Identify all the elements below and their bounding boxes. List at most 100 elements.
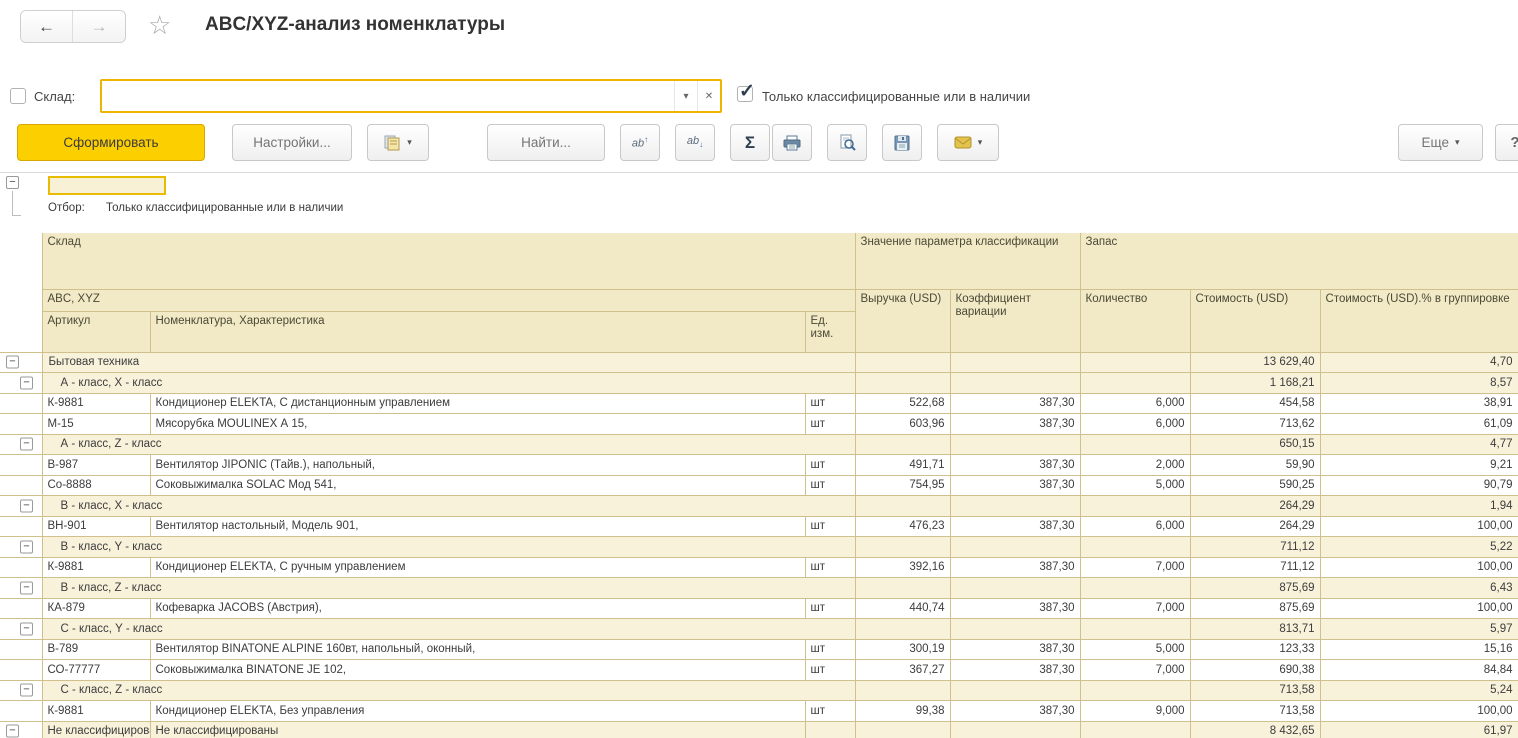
send-mail-button[interactable]: ▾ — [937, 124, 999, 161]
cell-cost[interactable]: 59,90 — [1190, 455, 1320, 476]
cell-unit[interactable]: шт — [805, 557, 855, 578]
sklad-checkbox[interactable] — [10, 88, 26, 104]
cell-revenue[interactable] — [855, 373, 950, 394]
cell-cost[interactable]: 650,15 — [1190, 434, 1320, 455]
group-label[interactable]: А - класс, X - класс — [42, 373, 855, 394]
sklad-clear-button[interactable]: ✕ — [697, 81, 720, 111]
cell-unit[interactable]: шт — [805, 414, 855, 435]
cell-pct[interactable]: 15,16 — [1320, 639, 1518, 660]
cell-unit[interactable]: шт — [805, 660, 855, 681]
collapse-icon[interactable] — [20, 622, 33, 635]
cell-unit[interactable] — [805, 721, 855, 738]
cell-coef[interactable]: 387,30 — [950, 701, 1080, 722]
collapse-icon[interactable] — [6, 725, 19, 738]
expand-groups-button[interactable]: ab↓ — [675, 124, 715, 161]
only-classified-checkbox[interactable]: ✓ — [737, 86, 753, 102]
cell-pct[interactable]: 38,91 — [1320, 393, 1518, 414]
cell-cost[interactable]: 264,29 — [1190, 496, 1320, 517]
cell-qty[interactable] — [1080, 352, 1190, 373]
selected-cell[interactable] — [48, 176, 166, 195]
cell-coef[interactable] — [950, 721, 1080, 738]
cell-revenue[interactable]: 476,23 — [855, 516, 950, 537]
collapse-icon[interactable] — [20, 438, 33, 451]
cell-unit[interactable]: шт — [805, 455, 855, 476]
cell-pct[interactable]: 100,00 — [1320, 557, 1518, 578]
column-header-abc-xyz[interactable]: ABC, XYZ — [42, 289, 855, 311]
cell-unit[interactable]: шт — [805, 598, 855, 619]
help-button[interactable]: ? — [1495, 124, 1518, 161]
cell-nomenclature[interactable]: Кондиционер ELEKTA, С ручным управлением — [150, 557, 805, 578]
collapse-icon[interactable] — [6, 176, 19, 189]
cell-cost[interactable]: 264,29 — [1190, 516, 1320, 537]
cell-pct[interactable]: 61,09 — [1320, 414, 1518, 435]
cell-cost[interactable]: 8 432,65 — [1190, 721, 1320, 738]
back-button[interactable]: ← — [21, 11, 73, 42]
cell-revenue[interactable]: 754,95 — [855, 475, 950, 496]
cell-coef[interactable] — [950, 434, 1080, 455]
generate-button[interactable]: Сформировать — [17, 124, 205, 161]
sklad-dropdown-button[interactable]: ▾ — [674, 81, 697, 111]
column-header-cost-pct[interactable]: Стоимость (USD).% в группировке — [1320, 289, 1518, 352]
collapse-groups-button[interactable]: ab↑ — [620, 124, 660, 161]
cell-qty[interactable]: 5,000 — [1080, 475, 1190, 496]
cell-coef[interactable] — [950, 619, 1080, 640]
cell-qty[interactable]: 7,000 — [1080, 557, 1190, 578]
cell-articul[interactable]: СО-77777 — [42, 660, 150, 681]
cell-cost[interactable]: 454,58 — [1190, 393, 1320, 414]
cell-revenue[interactable] — [855, 619, 950, 640]
cell-revenue[interactable]: 392,16 — [855, 557, 950, 578]
cell-revenue[interactable] — [855, 496, 950, 517]
cell-pct[interactable]: 84,84 — [1320, 660, 1518, 681]
cell-pct[interactable]: 5,97 — [1320, 619, 1518, 640]
cell-nomenclature[interactable]: Кофеварка JACOBS (Австрия), — [150, 598, 805, 619]
preview-button[interactable] — [827, 124, 867, 161]
column-header-coef[interactable]: Коэффициент вариации — [950, 289, 1080, 352]
cell-revenue[interactable] — [855, 578, 950, 599]
cell-coef[interactable] — [950, 496, 1080, 517]
find-button[interactable]: Найти... — [487, 124, 605, 161]
cell-qty[interactable] — [1080, 578, 1190, 599]
cell-cost[interactable]: 13 629,40 — [1190, 352, 1320, 373]
cell-coef[interactable]: 387,30 — [950, 455, 1080, 476]
forward-button[interactable]: → — [73, 11, 125, 42]
group-label[interactable]: В - класс, Y - класс — [42, 537, 855, 558]
cell-unit[interactable]: шт — [805, 701, 855, 722]
cell-cost[interactable]: 813,71 — [1190, 619, 1320, 640]
cell-qty[interactable]: 7,000 — [1080, 598, 1190, 619]
cell-articul[interactable]: К-9881 — [42, 557, 150, 578]
cell-pct[interactable]: 8,57 — [1320, 373, 1518, 394]
report-variants-button[interactable]: ▾ — [367, 124, 429, 161]
cell-pct[interactable]: 4,77 — [1320, 434, 1518, 455]
column-header-sklad[interactable]: Склад — [42, 233, 855, 289]
cell-articul[interactable]: М-15 — [42, 414, 150, 435]
cell-pct[interactable]: 4,70 — [1320, 352, 1518, 373]
cell-coef[interactable]: 387,30 — [950, 393, 1080, 414]
cell-coef[interactable] — [950, 680, 1080, 701]
group-label[interactable]: В - класс, X - класс — [42, 496, 855, 517]
cell-revenue[interactable]: 491,71 — [855, 455, 950, 476]
cell-revenue[interactable]: 522,68 — [855, 393, 950, 414]
cell-qty[interactable]: 2,000 — [1080, 455, 1190, 476]
cell-pct[interactable]: 6,43 — [1320, 578, 1518, 599]
cell-pct[interactable]: 100,00 — [1320, 598, 1518, 619]
cell-coef[interactable]: 387,30 — [950, 516, 1080, 537]
cell-qty[interactable] — [1080, 680, 1190, 701]
cell-qty[interactable] — [1080, 434, 1190, 455]
cell-qty[interactable]: 9,000 — [1080, 701, 1190, 722]
cell-articul[interactable]: В-987 — [42, 455, 150, 476]
column-header-articul[interactable]: Артикул — [42, 311, 150, 352]
cell-revenue[interactable] — [855, 680, 950, 701]
column-header-revenue[interactable]: Выручка (USD) — [855, 289, 950, 352]
cell-coef[interactable] — [950, 373, 1080, 394]
cell-qty[interactable]: 6,000 — [1080, 393, 1190, 414]
column-header-param-group[interactable]: Значение параметра классификации — [855, 233, 1080, 289]
cell-nomenclature[interactable]: Вентилятор JIPONIC (Тайв.), напольный, — [150, 455, 805, 476]
cell-cost[interactable]: 713,62 — [1190, 414, 1320, 435]
collapse-icon[interactable] — [20, 684, 33, 697]
cell-cost[interactable]: 875,69 — [1190, 598, 1320, 619]
cell-cost[interactable]: 590,25 — [1190, 475, 1320, 496]
cell-qty[interactable]: 6,000 — [1080, 414, 1190, 435]
save-button[interactable] — [882, 124, 922, 161]
more-button[interactable]: Еще▾ — [1398, 124, 1483, 161]
collapse-icon[interactable] — [20, 499, 33, 512]
